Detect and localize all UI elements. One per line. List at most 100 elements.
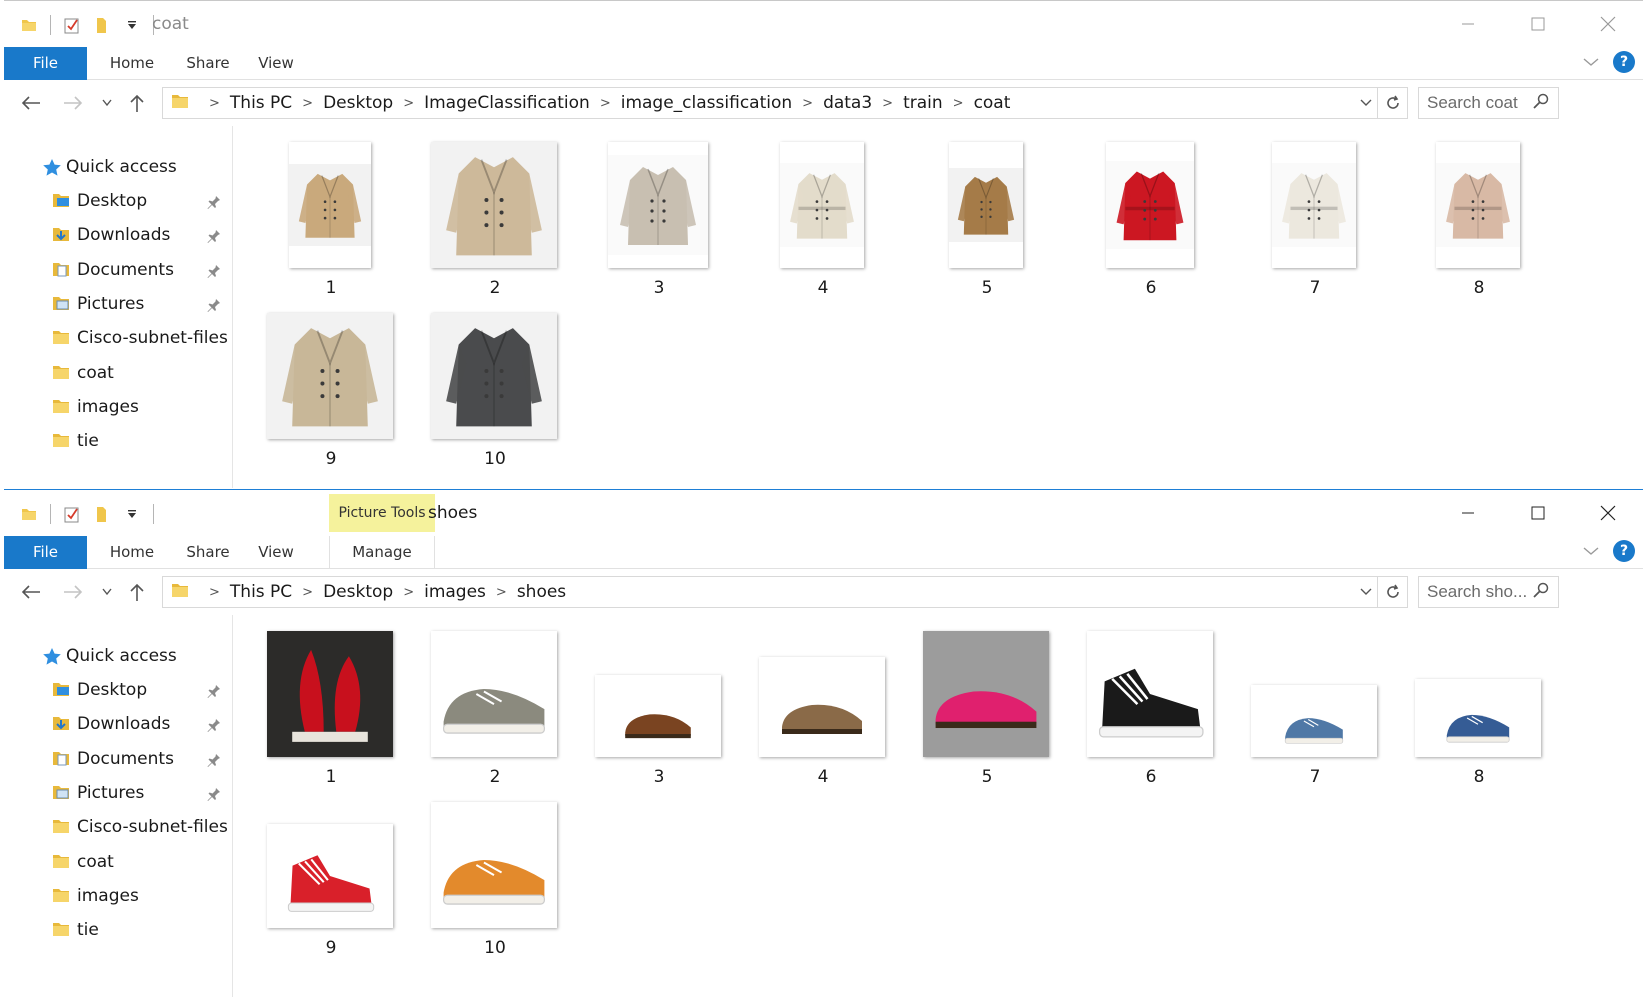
file-item[interactable]: 8 — [1397, 615, 1561, 787]
up-arrow-icon[interactable] — [124, 579, 150, 605]
nav-item-folder[interactable]: coat — [4, 356, 233, 390]
customize-toolbar-chevron-icon[interactable] — [117, 502, 147, 526]
file-item[interactable]: 7 — [1233, 615, 1397, 787]
tab-view[interactable]: View — [251, 47, 301, 80]
breadcrumb-item[interactable]: coat — [974, 93, 1011, 113]
breadcrumb-chevron-icon[interactable]: > — [882, 96, 893, 111]
minimize-icon[interactable] — [1433, 1, 1503, 47]
nav-item-pictures[interactable]: Pictures — [4, 287, 233, 321]
properties-icon[interactable] — [57, 502, 87, 526]
pin-icon[interactable] — [207, 717, 221, 737]
file-item[interactable]: 7 — [1233, 126, 1397, 298]
file-item[interactable]: 1 — [249, 126, 413, 298]
close-icon[interactable] — [1573, 490, 1643, 536]
properties-icon[interactable] — [57, 13, 87, 37]
address-history-chevron-icon[interactable] — [1355, 99, 1377, 107]
pin-icon[interactable] — [207, 752, 221, 772]
tab-share[interactable]: Share — [177, 536, 239, 569]
file-item[interactable]: 10 — [413, 786, 577, 958]
recent-locations-chevron-icon[interactable] — [94, 90, 120, 116]
file-item[interactable]: 4 — [741, 615, 905, 787]
new-folder-icon[interactable] — [87, 502, 117, 526]
nav-item-folder[interactable]: images — [4, 390, 233, 424]
up-arrow-icon[interactable] — [124, 90, 150, 116]
tab-file[interactable]: File — [4, 536, 87, 569]
file-item[interactable]: 5 — [905, 126, 1069, 298]
quick-access-item[interactable]: Quick access — [4, 150, 233, 184]
maximize-icon[interactable] — [1503, 490, 1573, 536]
back-arrow-icon[interactable] — [18, 90, 44, 116]
tab-home[interactable]: Home — [99, 536, 165, 569]
file-item[interactable]: 3 — [577, 615, 741, 787]
breadcrumb-item[interactable]: train — [903, 93, 943, 113]
breadcrumb-chevron-icon[interactable]: > — [302, 96, 313, 111]
file-item[interactable]: 3 — [577, 126, 741, 298]
folder-icon[interactable] — [14, 502, 44, 526]
search-input[interactable] — [1427, 93, 1533, 113]
file-item[interactable]: 2 — [413, 615, 577, 787]
search-icon[interactable] — [1533, 93, 1549, 113]
search-input[interactable] — [1427, 582, 1533, 602]
file-item[interactable]: 5 — [905, 615, 1069, 787]
nav-item-folder[interactable]: coat — [4, 845, 233, 879]
breadcrumb-chevron-icon[interactable]: > — [403, 96, 414, 111]
tab-manage[interactable]: Manage — [329, 536, 435, 569]
pin-icon[interactable] — [207, 194, 221, 214]
forward-arrow-icon[interactable] — [60, 579, 86, 605]
breadcrumb-item[interactable]: images — [424, 582, 486, 602]
file-item[interactable]: 1 — [249, 615, 413, 787]
search-icon[interactable] — [1533, 582, 1549, 602]
breadcrumb-item[interactable]: image_classification — [621, 93, 792, 113]
maximize-icon[interactable] — [1503, 1, 1573, 47]
nav-item-folder[interactable]: Cisco-subnet-files — [4, 321, 233, 355]
breadcrumb-item[interactable]: Desktop — [323, 93, 393, 113]
address-bar[interactable]: > This PC > Desktop > ImageClassificatio… — [162, 87, 1408, 119]
tab-file[interactable]: File — [4, 47, 87, 80]
pin-icon[interactable] — [207, 786, 221, 806]
pin-icon[interactable] — [207, 228, 221, 248]
file-item[interactable]: 9 — [249, 297, 413, 469]
tab-home[interactable]: Home — [99, 47, 165, 80]
address-history-chevron-icon[interactable] — [1355, 588, 1377, 596]
help-icon[interactable]: ? — [1613, 51, 1635, 73]
pin-icon[interactable] — [207, 683, 221, 703]
nav-item-folder[interactable]: Cisco-subnet-files — [4, 810, 233, 844]
refresh-icon[interactable] — [1377, 577, 1407, 607]
file-item[interactable]: 6 — [1069, 615, 1233, 787]
breadcrumb-item[interactable]: ImageClassification — [424, 93, 590, 113]
expand-ribbon-chevron-icon[interactable] — [1583, 542, 1599, 560]
tab-share[interactable]: Share — [177, 47, 239, 80]
file-item[interactable]: 2 — [413, 126, 577, 298]
folder-icon[interactable] — [14, 13, 44, 37]
nav-item-pictures[interactable]: Pictures — [4, 776, 233, 810]
nav-item-documents[interactable]: Documents — [4, 742, 233, 776]
forward-arrow-icon[interactable] — [60, 90, 86, 116]
refresh-icon[interactable] — [1377, 88, 1407, 118]
breadcrumb-chevron-icon[interactable]: > — [403, 585, 414, 600]
breadcrumb-chevron-icon[interactable]: > — [209, 585, 220, 600]
breadcrumb-item[interactable]: Desktop — [323, 582, 393, 602]
breadcrumb-item[interactable]: shoes — [517, 582, 566, 602]
nav-item-folder[interactable]: images — [4, 879, 233, 913]
nav-item-desktop[interactable]: Desktop — [4, 184, 233, 218]
breadcrumb-chevron-icon[interactable]: > — [600, 96, 611, 111]
tab-view[interactable]: View — [251, 536, 301, 569]
file-item[interactable]: 6 — [1069, 126, 1233, 298]
recent-locations-chevron-icon[interactable] — [94, 579, 120, 605]
file-item[interactable]: 9 — [249, 786, 413, 958]
search-box[interactable] — [1418, 87, 1559, 119]
file-item[interactable]: 10 — [413, 297, 577, 469]
nav-item-folder[interactable]: tie — [4, 424, 233, 458]
breadcrumb-chevron-icon[interactable]: > — [209, 96, 220, 111]
nav-item-downloads[interactable]: Downloads — [4, 218, 233, 252]
nav-item-documents[interactable]: Documents — [4, 253, 233, 287]
search-box[interactable] — [1418, 576, 1559, 608]
quick-access-item[interactable]: Quick access — [4, 639, 233, 673]
back-arrow-icon[interactable] — [18, 579, 44, 605]
nav-item-downloads[interactable]: Downloads — [4, 707, 233, 741]
new-folder-icon[interactable] — [87, 13, 117, 37]
breadcrumb-item[interactable]: data3 — [823, 93, 872, 113]
breadcrumb-chevron-icon[interactable]: > — [302, 585, 313, 600]
nav-item-desktop[interactable]: Desktop — [4, 673, 233, 707]
minimize-icon[interactable] — [1433, 490, 1503, 536]
